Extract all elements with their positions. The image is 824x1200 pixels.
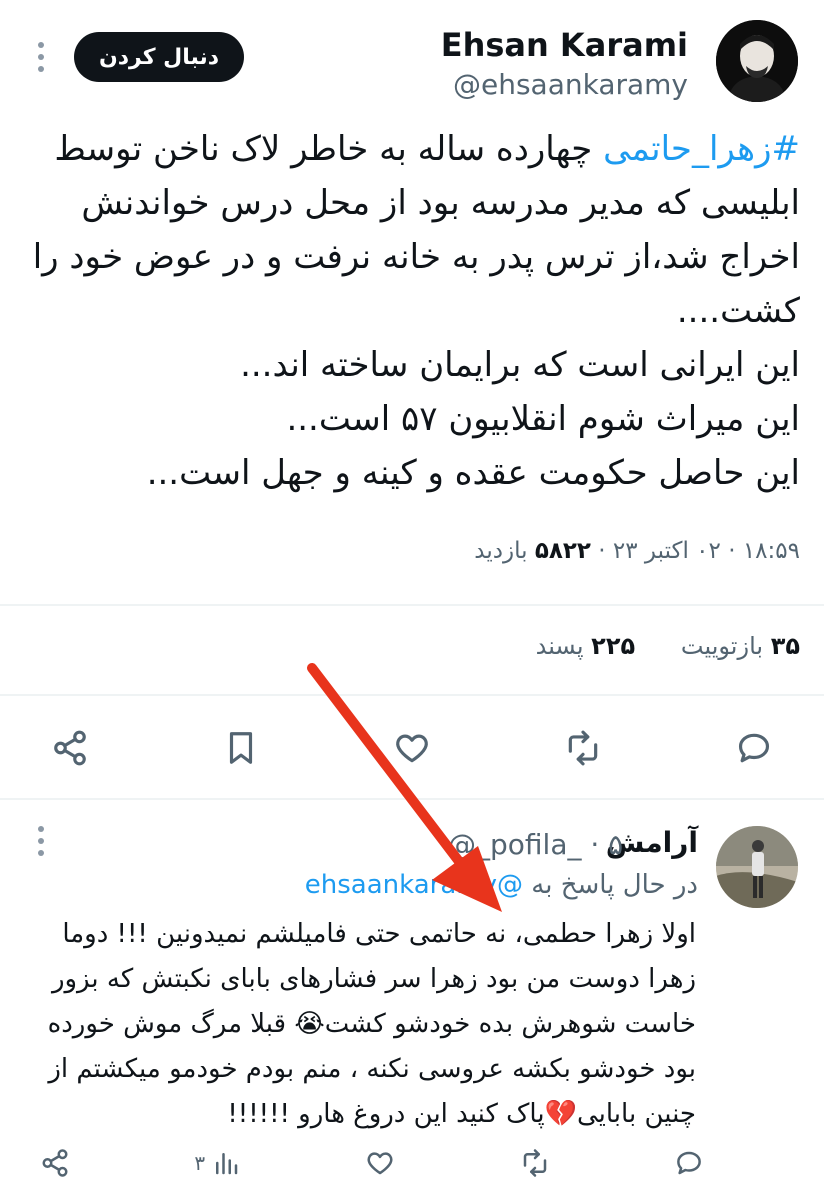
tweet-stats: ۳۵ بازتوییت ۲۲۵ پسند <box>24 632 800 660</box>
reply-views-count: ۳ <box>194 1151 206 1175</box>
tweet-text: #زهرا_حاتمی چهارده ساله به خاطر لاک ناخن… <box>24 122 800 500</box>
views-count: ۵۸۲۲ <box>534 538 591 564</box>
reply-author-handle[interactable]: @_pofila_ · ۵ <box>448 828 623 861</box>
replying-to: در حال پاسخ به @ehsaankaramy <box>305 870 698 900</box>
reply-avatar[interactable] <box>716 826 798 908</box>
follow-button[interactable]: دنبال کردن <box>74 32 244 82</box>
retweet-icon[interactable] <box>553 718 613 778</box>
tweet-meta: ۱۸:۵۹ · ۰۲ اکتبر ۲۳ · ۵۸۲۲ بازدید <box>474 538 800 564</box>
tweet-time[interactable]: ۱۸:۵۹ <box>743 538 800 564</box>
divider <box>0 694 824 696</box>
tweet-body: چهارده ساله به خاطر لاک ناخن توسط ابلیسی… <box>32 129 800 493</box>
more-icon[interactable] <box>36 826 46 856</box>
tweet-date[interactable]: ۰۲ اکتبر ۲۳ <box>613 538 721 564</box>
likes-count: ۲۲۵ <box>591 632 636 660</box>
retweets-count: ۳۵ <box>770 632 800 660</box>
author-avatar[interactable] <box>716 20 798 102</box>
author-handle[interactable]: @ehsaankaramy <box>453 68 688 101</box>
replying-mention[interactable]: @ehsaankaramy <box>305 870 523 900</box>
retweets-label: بازتوییت <box>680 632 764 660</box>
bookmark-icon[interactable] <box>211 718 271 778</box>
likes-stat[interactable]: ۲۲۵ پسند <box>536 632 636 660</box>
likes-label: پسند <box>535 632 584 660</box>
comment-icon[interactable] <box>724 718 784 778</box>
heart-icon[interactable] <box>382 718 442 778</box>
views-button[interactable]: ۳ <box>194 1138 241 1188</box>
comment-icon[interactable] <box>674 1138 704 1188</box>
reply-text: اولا زهرا حطمی، نه حاتمی حتی فامیلشم نمی… <box>47 919 696 1129</box>
author-name[interactable]: Ehsan Karami <box>441 26 688 64</box>
tweet-actions <box>40 718 784 778</box>
views-bar-icon <box>216 1153 238 1175</box>
heart-icon[interactable] <box>365 1138 395 1188</box>
retweet-icon[interactable] <box>520 1138 550 1188</box>
divider <box>0 798 824 800</box>
reply-actions: ۳ <box>40 1138 704 1188</box>
more-icon[interactable] <box>36 42 46 72</box>
share-icon[interactable] <box>40 1138 70 1188</box>
replying-prefix: در حال پاسخ به <box>531 870 698 900</box>
share-icon[interactable] <box>40 718 100 778</box>
hashtag-link[interactable]: #زهرا_حاتمی <box>603 129 800 169</box>
divider <box>0 604 824 606</box>
views-label: بازدید <box>474 538 528 564</box>
retweets-stat[interactable]: ۳۵ بازتوییت <box>681 632 800 660</box>
